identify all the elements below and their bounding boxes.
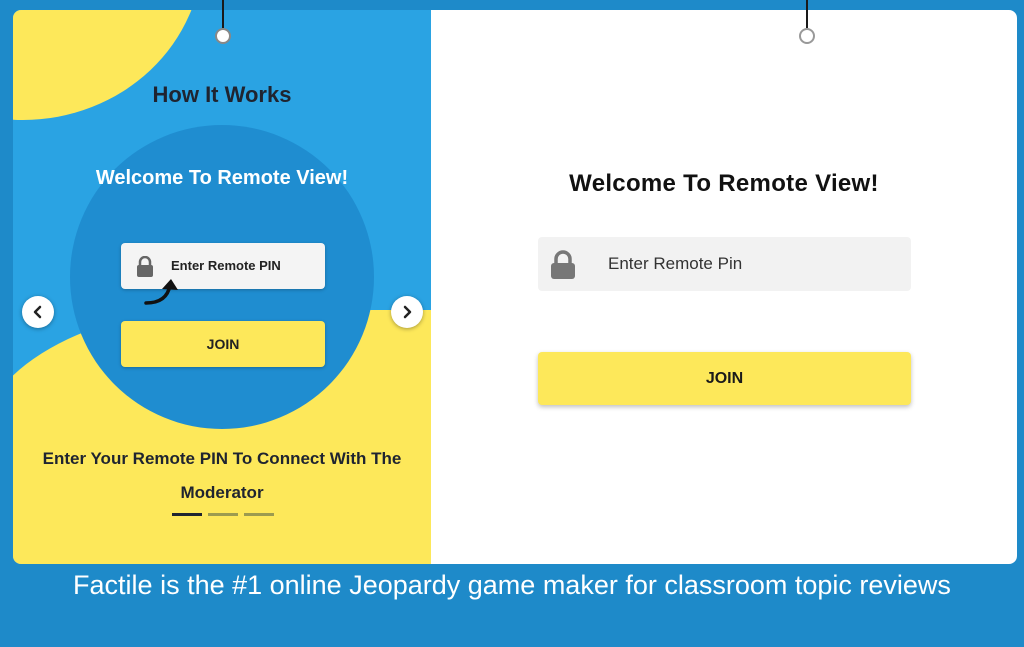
slide-illustration: Welcome To Remote View! Enter Remote PIN… [70,125,374,429]
hanger-decoration [215,0,231,46]
curved-arrow-icon [144,279,178,305]
carousel-next-button[interactable] [391,296,423,328]
lock-icon [551,250,575,279]
carousel-dot[interactable] [244,513,274,516]
how-it-works-carousel: How It Works Welcome To Remote View! Ent… [13,10,431,564]
footer-tagline: Factile is the #1 online Jeopardy game m… [73,570,951,600]
carousel-indicators [172,513,274,516]
hanger-decoration [799,0,815,46]
slide-join-button: JOIN [121,321,325,367]
join-button[interactable]: JOIN [538,352,911,405]
slide-caption: Enter Your Remote PIN To Connect With Th… [42,449,402,502]
remote-pin-field[interactable] [538,237,911,291]
carousel-prev-button[interactable] [22,296,54,328]
carousel-dot[interactable] [208,513,238,516]
page-title: Welcome To Remote View! [569,170,879,197]
remote-pin-input[interactable] [608,237,898,291]
remote-view-card: How It Works Welcome To Remote View! Ent… [13,10,1017,564]
slide-pin-placeholder: Enter Remote PIN [171,258,281,273]
slide-title: Welcome To Remote View! [95,167,349,189]
chevron-left-icon [33,305,42,319]
carousel-dot[interactable] [172,513,202,516]
how-it-works-heading: How It Works [152,82,292,107]
chevron-right-icon [403,305,412,319]
